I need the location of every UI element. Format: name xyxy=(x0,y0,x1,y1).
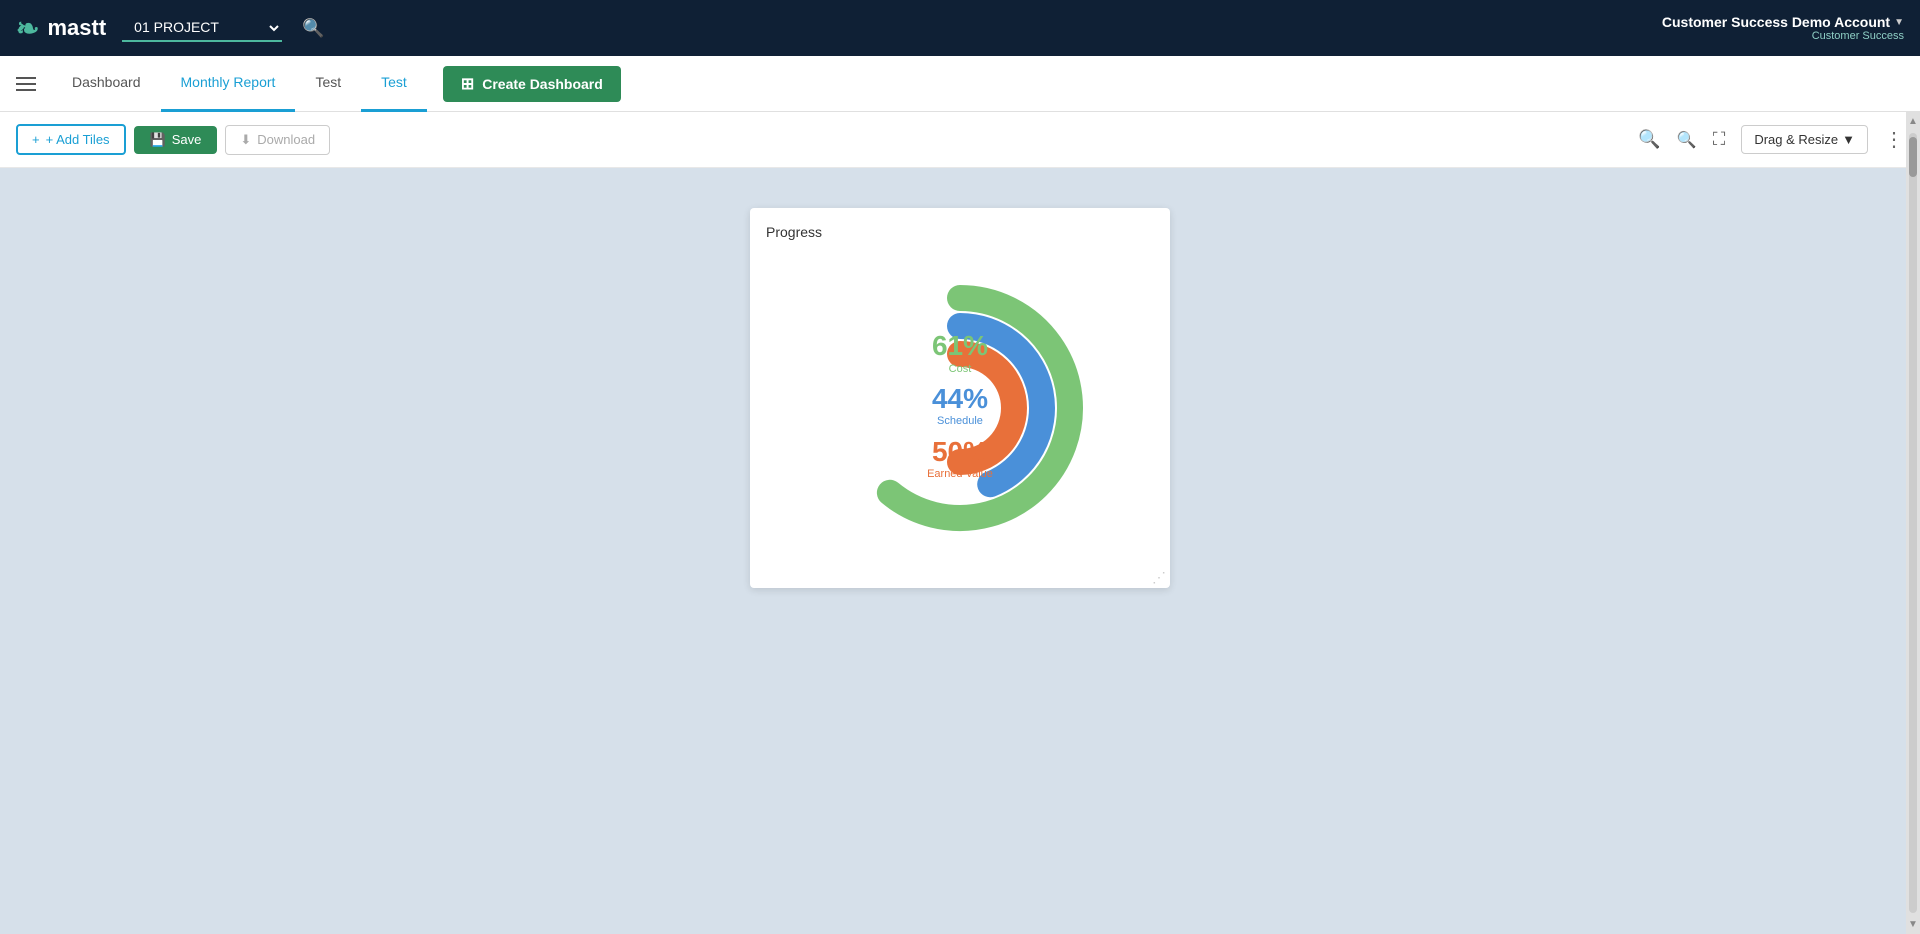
download-icon: ⬇ xyxy=(240,132,251,148)
tab-test1[interactable]: Test xyxy=(295,56,361,112)
tab-dashboard[interactable]: Dashboard xyxy=(52,56,161,112)
legend-earned-value: 50% Earned Value xyxy=(927,434,993,481)
grid-icon: ⊞ xyxy=(461,74,474,94)
tab-bar: Dashboard Monthly Report Test Test ⊞ Cre… xyxy=(0,56,1920,112)
logo: ❧ mastt xyxy=(16,12,106,45)
account-sub: Customer Success xyxy=(1812,30,1904,42)
hamburger-menu[interactable] xyxy=(16,77,36,91)
chevron-down-icon: ▼ xyxy=(1894,17,1904,28)
account-info: Customer Success Demo Account ▼ Customer… xyxy=(1662,14,1904,42)
project-selector[interactable]: 01 PROJECT xyxy=(122,14,282,42)
chart-legend: 61% Cost 44% Schedule 50% Earned Value xyxy=(927,329,993,487)
toolbar-right: 🔍 🔍 ⛶ Drag & Resize ▼ ⋮ xyxy=(1638,125,1904,154)
search-icon[interactable]: 🔍 xyxy=(298,14,328,43)
zoom-icon[interactable]: 🔍 xyxy=(1677,130,1697,150)
logo-icon: ❧ xyxy=(16,12,39,45)
more-options-icon[interactable]: ⋮ xyxy=(1884,127,1904,152)
tab-monthly-report[interactable]: Monthly Report xyxy=(161,56,296,112)
fullscreen-icon[interactable]: ⛶ xyxy=(1713,129,1726,150)
scrollbar-track[interactable] xyxy=(1909,133,1917,913)
earned-value-label: Earned Value xyxy=(927,468,993,481)
legend-schedule: 44% Schedule xyxy=(927,382,993,429)
chart-area: 61% Cost 44% Schedule 50% Earned Value xyxy=(766,248,1154,568)
logo-text: mastt xyxy=(47,15,106,41)
schedule-label: Schedule xyxy=(927,415,993,428)
cost-pct: 61% xyxy=(927,329,993,363)
top-nav: ❧ mastt 01 PROJECT 🔍 Customer Success De… xyxy=(0,0,1920,56)
plus-icon: + xyxy=(32,132,40,147)
save-icon: 💾 xyxy=(150,132,166,148)
create-dashboard-button[interactable]: ⊞ Create Dashboard xyxy=(443,66,621,102)
cost-label: Cost xyxy=(927,362,993,375)
main-content: Progress 61% Cost 44% Schedule 50% Earne… xyxy=(0,168,1920,934)
schedule-pct: 44% xyxy=(927,382,993,416)
progress-chart-card: Progress 61% Cost 44% Schedule 50% Earne… xyxy=(750,208,1170,588)
download-button[interactable]: ⬇ Download xyxy=(225,125,330,155)
chevron-down-icon: ▼ xyxy=(1842,132,1855,147)
add-tiles-button[interactable]: + + Add Tiles xyxy=(16,124,126,155)
tab-test2[interactable]: Test xyxy=(361,56,427,112)
legend-cost: 61% Cost xyxy=(927,329,993,376)
drag-resize-button[interactable]: Drag & Resize ▼ xyxy=(1741,125,1868,154)
save-button[interactable]: 💾 Save xyxy=(134,126,218,154)
scrollbar: ▲ ▼ xyxy=(1906,112,1920,934)
search-toolbar-icon[interactable]: 🔍 xyxy=(1638,129,1660,150)
scrollbar-thumb[interactable] xyxy=(1909,137,1917,177)
account-name[interactable]: Customer Success Demo Account ▼ xyxy=(1662,14,1904,30)
chart-title: Progress xyxy=(766,224,1154,240)
scroll-down-arrow[interactable]: ▼ xyxy=(1904,915,1920,934)
resize-handle[interactable]: ⋰ xyxy=(1152,569,1166,586)
earned-value-pct: 50% xyxy=(927,434,993,468)
scroll-up-arrow[interactable]: ▲ xyxy=(1904,112,1920,131)
toolbar: + + Add Tiles 💾 Save ⬇ Download 🔍 🔍 ⛶ Dr… xyxy=(0,112,1920,168)
